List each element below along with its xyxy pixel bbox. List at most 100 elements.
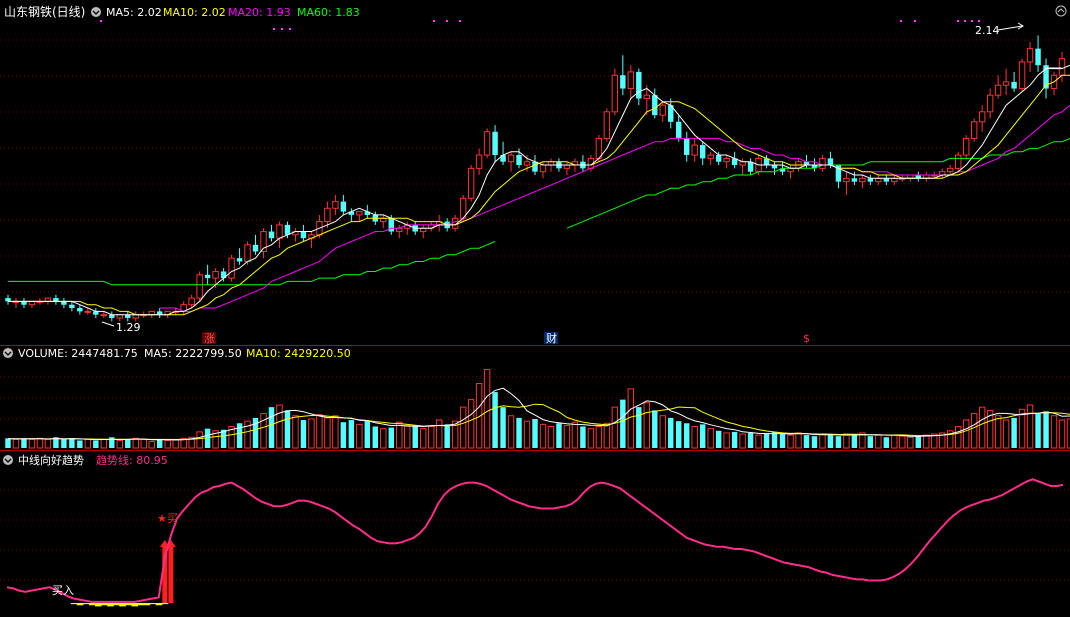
candle-body-up <box>707 154 714 159</box>
buy-label-low: 买入 <box>52 584 74 597</box>
volume-bar-down <box>827 435 834 448</box>
volume-bar-down <box>364 421 371 448</box>
ma60-line <box>8 137 1070 286</box>
trend-line-legend: 趋势线: 80.95 <box>96 453 168 467</box>
candle-body-up <box>1018 61 1026 90</box>
signal-dot-8 <box>978 20 980 22</box>
price-event-markers: 涨 财 $ <box>202 331 810 345</box>
candle-body-up <box>891 177 898 183</box>
candle-body-up <box>659 104 666 116</box>
volume-bar-down <box>388 427 394 448</box>
volume-bar-down <box>125 439 131 448</box>
volume-bar-down <box>867 436 874 448</box>
candle-body-up <box>643 94 651 99</box>
candle-body-up <box>356 211 363 216</box>
candle-body-up <box>228 257 235 279</box>
buy-zone-bar <box>76 603 84 606</box>
maximize-icon[interactable] <box>1055 5 1067 17</box>
candle-body-up <box>419 227 427 233</box>
candle-body-down <box>69 304 75 309</box>
volume-ma5-legend: MA5: 2222799.50 <box>144 347 242 360</box>
kline-chart-canvas[interactable]: 2.14 1.29 涨 财 $ 山东钢铁(日线) MA5: 2.02 MA10:… <box>0 0 1070 617</box>
price-moving-averages <box>8 64 1070 316</box>
candle-body-down <box>715 155 722 162</box>
volume-bar-up <box>380 428 387 449</box>
volume-bar-up <box>316 414 323 449</box>
candle-body-up <box>380 217 387 223</box>
volume-bar-down <box>1035 413 1041 448</box>
candle-body-up <box>859 177 866 183</box>
signal-dot-0 <box>433 20 435 22</box>
volume-settings-icon[interactable] <box>3 348 13 358</box>
volume-bar-up <box>819 433 826 449</box>
candle-body-up <box>1026 48 1034 63</box>
volume-bar-down <box>516 417 522 448</box>
volume-bar-up <box>787 434 794 449</box>
buy-zone-bar <box>95 603 102 607</box>
candle-body-up <box>467 167 475 199</box>
candle-body-up <box>954 154 962 169</box>
price-panel[interactable]: 2.14 1.29 涨 财 $ 山东钢铁(日线) MA5: 2.02 MA10:… <box>4 5 1070 345</box>
volume-bar-down <box>699 424 706 448</box>
volume-bar-up <box>28 438 36 449</box>
buy-label-star: ★买 <box>157 512 178 525</box>
candle-body-up <box>244 244 251 262</box>
candle-body-down <box>636 71 642 99</box>
volume-bar-down <box>915 436 921 448</box>
volume-bar-down <box>779 434 786 448</box>
volume-bar-up <box>970 413 978 449</box>
candle-body-down <box>676 121 682 139</box>
candle-body-down <box>284 224 291 235</box>
marker-cai: 财 <box>546 331 557 345</box>
candle-body-up <box>212 270 219 279</box>
volume-bar-down <box>668 417 674 448</box>
buy-zone-bar <box>161 603 169 605</box>
candle-body-down <box>699 145 706 159</box>
volume-bar-down <box>620 399 626 448</box>
volume-bar-up <box>84 438 92 449</box>
buy-zone-bar <box>113 603 120 606</box>
candle-body-down <box>268 231 275 239</box>
candle-body-down <box>683 138 690 156</box>
candle-body-up <box>947 167 954 173</box>
volume-bar-up <box>611 406 619 449</box>
candle-body-up <box>691 144 698 156</box>
candle-body-down <box>532 161 538 172</box>
indicator-header: 中线向好趋势 趋势线: 80.95 <box>3 453 168 467</box>
volume-bar-up <box>691 426 698 449</box>
settings-circle-icon[interactable] <box>91 7 101 17</box>
volume-bar-up <box>260 413 267 449</box>
volume-bar-up <box>36 437 44 449</box>
volume-bar-down <box>500 407 506 448</box>
volume-bar-up <box>978 406 986 449</box>
volume-bar-down <box>652 410 658 448</box>
volume-bar-up <box>507 415 515 449</box>
grid-layer <box>0 39 1070 581</box>
indicator-name: 中线向好趋势 <box>18 453 84 467</box>
volume-bar-up <box>954 426 962 449</box>
volume-bar-down <box>69 438 75 448</box>
trend-indicator-panel[interactable]: 中线向好趋势 趋势线: 80.95 买入 ★买 <box>3 453 1064 607</box>
chart-maximize-icon[interactable] <box>1055 5 1067 17</box>
signal-dot-6 <box>964 20 966 22</box>
volume-bar-down <box>5 438 11 448</box>
signal-dot-1 <box>446 20 448 22</box>
candle-body-down <box>867 178 874 182</box>
candle-body-up <box>723 157 730 163</box>
volume-bar-up <box>595 426 603 449</box>
ma60-legend: MA60: 1.83 <box>297 6 360 19</box>
indicator-settings-icon[interactable] <box>3 455 13 465</box>
buy-zone-fill <box>70 603 169 607</box>
volume-bar-down <box>763 434 770 448</box>
volume-bar-down <box>771 431 778 448</box>
buy-zone-bar <box>107 603 114 607</box>
candle-body-down <box>252 244 259 252</box>
candle-body-down <box>204 274 211 279</box>
volume-bar-down <box>636 407 642 448</box>
candle-body-down <box>771 165 778 169</box>
candle-body-down <box>827 158 834 166</box>
volume-bar-down <box>676 421 682 448</box>
volume-ma10-line <box>8 403 1070 441</box>
volume-bar-up <box>755 434 762 449</box>
candle-body-up <box>100 314 108 317</box>
